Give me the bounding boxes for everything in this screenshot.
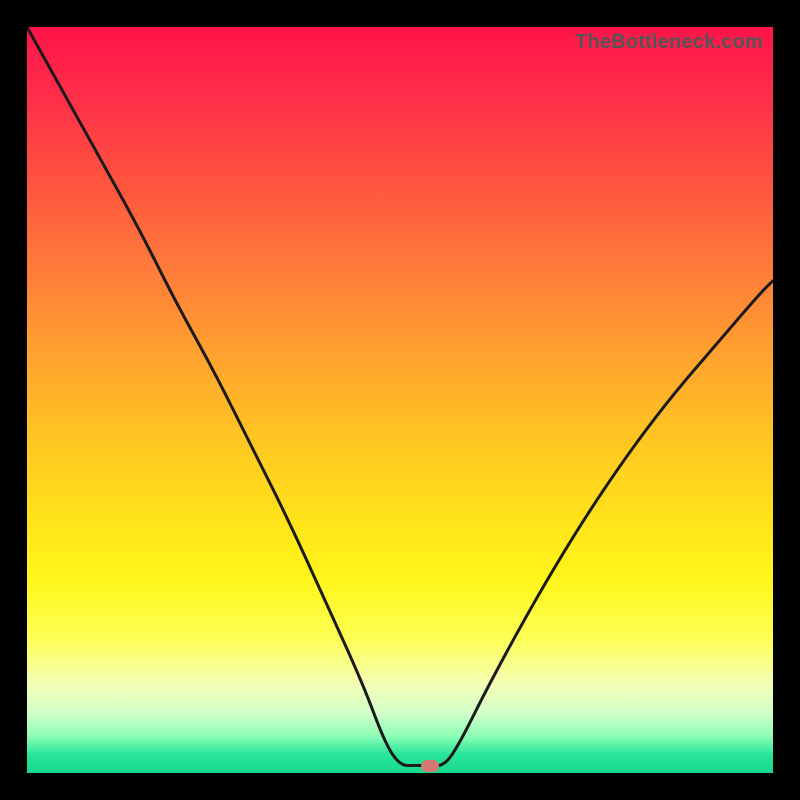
watermark-text: TheBottleneck.com (575, 31, 763, 54)
chart-frame: TheBottleneck.com (0, 0, 800, 800)
bottleneck-curve (27, 27, 773, 773)
optimal-point-marker (421, 760, 439, 772)
plot-area: TheBottleneck.com (27, 27, 773, 773)
